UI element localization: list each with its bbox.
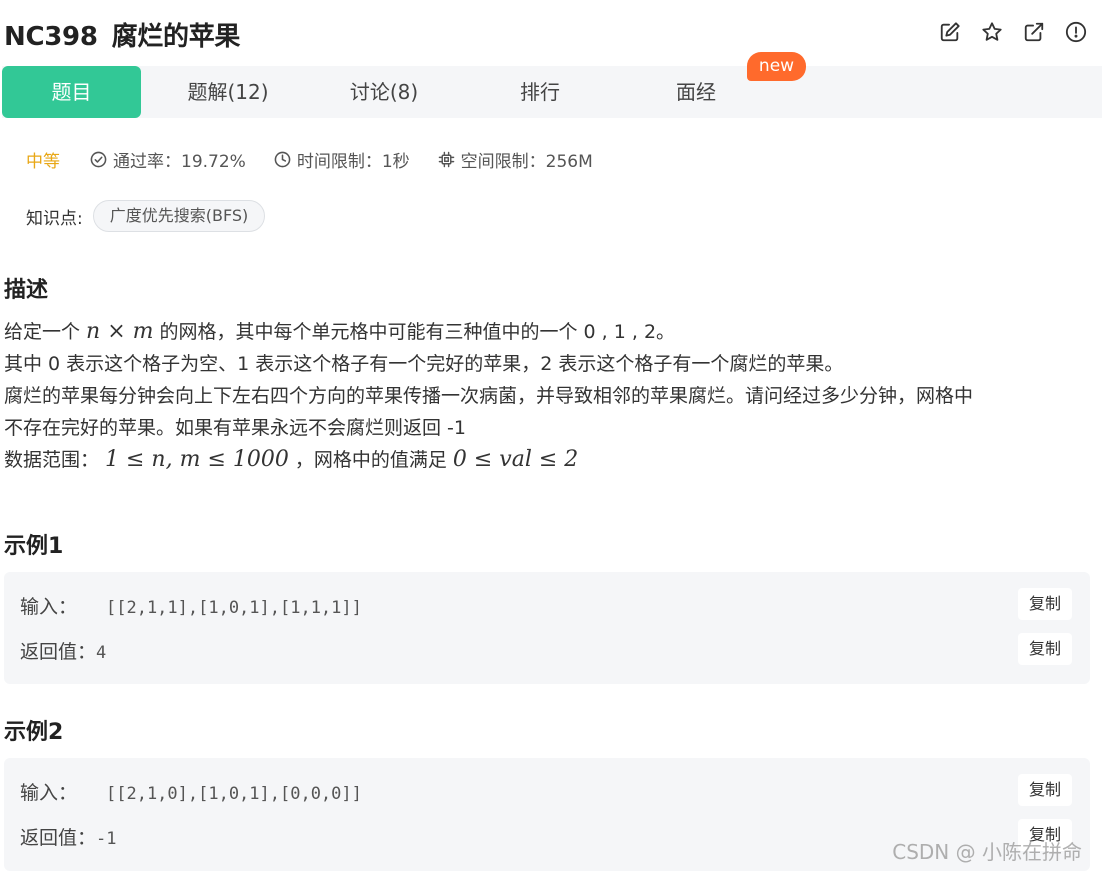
description-heading: 描述 xyxy=(4,278,49,303)
chip-icon xyxy=(438,151,454,167)
difficulty-label: 中等 xyxy=(26,151,60,172)
description-text: 的网格，其中每个单元格中可能有三种值中的一个 0 , 1 , 2。 xyxy=(159,321,676,343)
output-label: 返回值： xyxy=(20,641,97,663)
description-line: 腐烂的苹果每分钟会向上下左右四个方向的苹果传播一次病菌，并导致相邻的苹果腐烂。请… xyxy=(4,385,974,407)
knowledge-tag[interactable]: 广度优先搜索(BFS) xyxy=(92,200,266,232)
alert-icon[interactable] xyxy=(1064,20,1088,44)
input-label: 输入： xyxy=(20,782,78,804)
space-limit-text: 空间限制：256M xyxy=(460,151,593,172)
example-input-row: 输入： [[2,1,0],[1,0,1],[0,0,0]] xyxy=(20,778,362,805)
description-text: 给定一个 xyxy=(4,321,81,343)
tab-solutions[interactable]: 题解(12) xyxy=(158,66,298,118)
pass-rate-text: 通过率：19.72% xyxy=(113,151,246,172)
math-expression: 1 ≤ n, m ≤ 1000 xyxy=(105,447,289,472)
example-box: 输入： [[2,1,1],[1,0,1],[1,1,1]] 复制 返回值：4 复制 xyxy=(4,572,1090,684)
description-text: ，网格中的值满足 xyxy=(294,449,447,471)
watermark: CSDN @ 小陈在拼命 xyxy=(892,840,1082,864)
input-value[interactable]: [[2,1,0],[1,0,1],[0,0,0]] xyxy=(106,784,362,804)
problem-code: NC398 xyxy=(4,22,98,52)
problem-title: NC398 腐烂的苹果 xyxy=(4,16,240,53)
description-line: 数据范围： 1 ≤ n, m ≤ 1000 ，网格中的值满足 0 ≤ val ≤ 2 xyxy=(4,444,1094,476)
pass-rate: 通过率：19.72% xyxy=(90,147,246,172)
math-var-n: n xyxy=(86,319,101,344)
copy-input-button[interactable]: 复制 xyxy=(1018,588,1072,620)
example-heading: 示例2 xyxy=(4,720,64,745)
tab-bar: 题目 题解(12) 讨论(8) 排行 面经 xyxy=(2,66,1102,118)
example-output-row: 返回值：4 xyxy=(20,637,106,664)
new-badge: new xyxy=(747,52,806,81)
math-times: × xyxy=(107,319,126,344)
output-value[interactable]: -1 xyxy=(96,829,116,849)
time-limit: 时间限制：1秒 xyxy=(274,147,410,172)
example-output-row: 返回值：-1 xyxy=(20,823,117,850)
math-expression: 0 ≤ val ≤ 2 xyxy=(452,447,579,472)
input-label: 输入： xyxy=(20,596,78,618)
math-var-m: m xyxy=(132,319,154,344)
knowledge-points: 知识点: 广度优先搜索(BFS) xyxy=(26,200,266,232)
input-value[interactable]: [[2,1,1],[1,0,1],[1,1,1]] xyxy=(106,598,362,618)
copy-input-button[interactable]: 复制 xyxy=(1018,774,1072,806)
problem-meta: 中等 通过率：19.72% 时间限制：1秒 空间限制：256M xyxy=(26,146,621,172)
tab-ranking[interactable]: 排行 xyxy=(470,66,610,118)
math-expression: n × m xyxy=(86,319,153,344)
copy-output-button[interactable]: 复制 xyxy=(1018,633,1072,665)
space-limit: 空间限制：256M xyxy=(438,147,593,172)
header-actions xyxy=(938,20,1088,44)
check-circle-icon xyxy=(90,151,107,167)
tab-problem[interactable]: 题目 xyxy=(2,66,141,118)
description-text: 数据范围： xyxy=(4,449,100,471)
description-line: 其中 0 表示这个格子为空、1 表示这个格子有一个完好的苹果，2 表示这个格子有… xyxy=(4,353,844,375)
external-link-icon[interactable] xyxy=(1022,20,1046,44)
problem-name: 腐烂的苹果 xyxy=(111,22,241,52)
knowledge-label: 知识点: xyxy=(26,208,83,229)
clock-icon xyxy=(274,151,291,167)
example-heading: 示例1 xyxy=(4,534,64,559)
time-limit-text: 时间限制：1秒 xyxy=(296,151,410,172)
description-line: 给定一个 n × m 的网格，其中每个单元格中可能有三种值中的一个 0 , 1 , … xyxy=(4,316,1094,348)
description-body: 给定一个 n × m 的网格，其中每个单元格中可能有三种值中的一个 0 , 1 , … xyxy=(4,316,1094,476)
example-input-row: 输入： [[2,1,1],[1,0,1],[1,1,1]] xyxy=(20,592,362,619)
tab-discussion[interactable]: 讨论(8) xyxy=(314,66,454,118)
output-value[interactable]: 4 xyxy=(96,643,106,663)
edit-icon[interactable] xyxy=(938,20,962,44)
output-label: 返回值： xyxy=(20,827,97,849)
star-icon[interactable] xyxy=(980,20,1004,44)
page-header: NC398 腐烂的苹果 xyxy=(0,0,1102,64)
description-line: 不存在完好的苹果。如果有苹果永远不会腐烂则返回 -1 xyxy=(4,417,466,439)
tab-interview[interactable]: 面经 xyxy=(626,66,766,118)
